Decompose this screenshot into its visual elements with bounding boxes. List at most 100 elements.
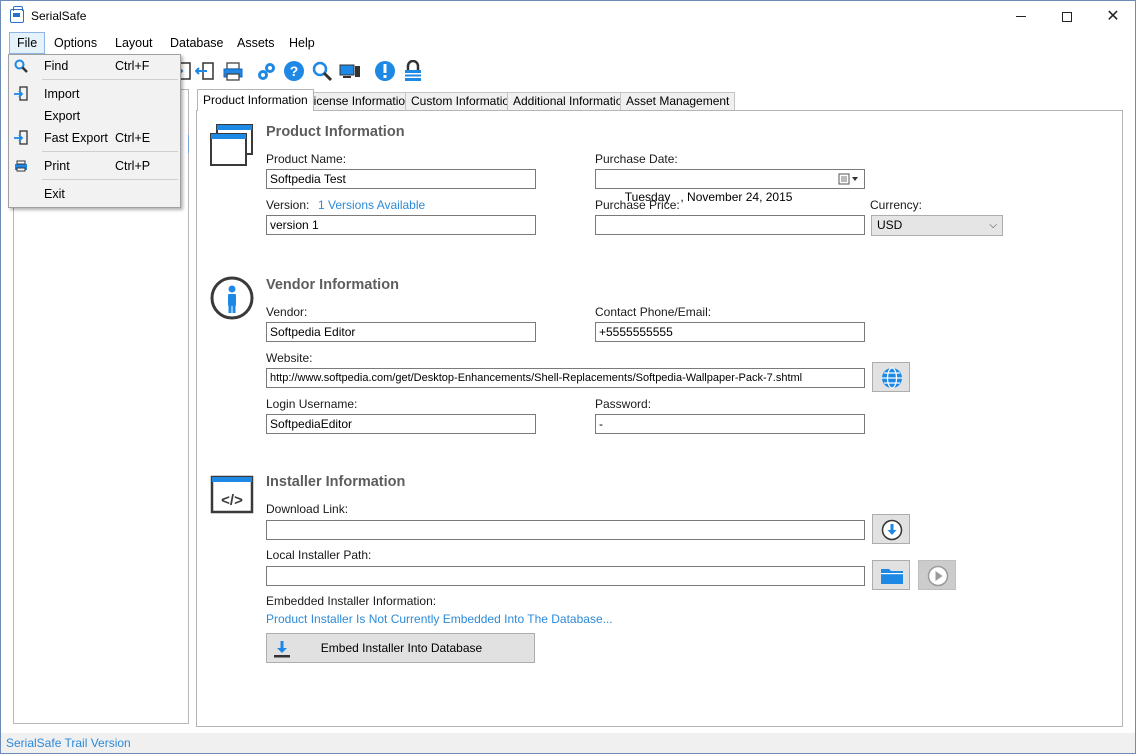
purchase-date-picker[interactable]: Tuesday , November 24, 2015 <box>595 169 865 204</box>
svg-text:?: ? <box>290 63 299 79</box>
menu-assets[interactable]: Assets <box>230 32 282 54</box>
download-installer-button[interactable] <box>872 514 910 544</box>
code-window-icon: </> <box>210 475 254 514</box>
browse-folder-button[interactable] <box>872 560 910 590</box>
purchase-date-label: Purchase Date: <box>595 152 678 166</box>
vendor-label: Vendor: <box>266 305 308 319</box>
file-menu-fast-export[interactable]: Fast Export Ctrl+E <box>9 127 180 149</box>
contact-input[interactable]: +5555555555 <box>595 322 865 342</box>
login-username-label: Login Username: <box>266 397 358 411</box>
tab-custom-information[interactable]: Custom Information <box>405 92 522 111</box>
fast-export-icon <box>14 130 28 145</box>
search-icon[interactable] <box>311 60 333 82</box>
folder-icon <box>881 569 903 584</box>
selected-item-edge <box>180 135 189 153</box>
devices-icon[interactable] <box>339 60 361 82</box>
file-menu-find[interactable]: Find Ctrl+F <box>9 55 180 77</box>
embed-installer-button[interactable]: Embed Installer Into Database <box>266 633 535 663</box>
versions-available-link[interactable]: 1 Versions Available <box>318 198 425 212</box>
currency-value: USD <box>877 218 903 232</box>
title-bar: SerialSafe ✕ <box>1 1 1135 32</box>
local-installer-input[interactable] <box>266 566 865 586</box>
open-website-button[interactable] <box>872 362 910 392</box>
app-logo-icon <box>10 6 24 23</box>
fast-export-shortcut: Ctrl+E <box>115 131 151 145</box>
close-icon: ✕ <box>1106 7 1120 25</box>
installer-section-title: Installer Information <box>266 474 406 490</box>
print-label: Print <box>44 159 70 173</box>
find-shortcut: Ctrl+F <box>115 59 150 73</box>
website-input[interactable]: http://www.softpedia.com/get/Desktop-Enh… <box>266 368 865 388</box>
currency-label: Currency: <box>870 198 923 212</box>
purchase-price-input[interactable] <box>595 215 865 235</box>
tab-product-information[interactable]: Product Information <box>197 89 314 111</box>
vendor-person-icon <box>210 276 254 320</box>
file-menu-print[interactable]: Print Ctrl+P <box>9 155 180 177</box>
status-text: SerialSafe Trail Version <box>6 736 131 750</box>
play-icon <box>927 565 949 587</box>
find-label: Find <box>44 59 69 73</box>
import-icon <box>14 86 28 101</box>
embed-installer-label: Embed Installer Into Database <box>320 641 483 655</box>
product-name-input[interactable]: Softpedia Test <box>266 169 536 189</box>
menu-separator <box>42 179 178 180</box>
menu-options[interactable]: Options <box>47 32 104 54</box>
menu-help[interactable]: Help <box>282 32 322 54</box>
password-input[interactable]: - <box>595 414 865 434</box>
download-link-label: Download Link: <box>266 502 349 516</box>
minimize-button[interactable] <box>998 1 1044 32</box>
export-label: Export <box>44 109 81 123</box>
windows-stack-icon <box>210 124 253 166</box>
printer-icon <box>15 160 27 172</box>
product-section-title: Product Information <box>266 124 405 140</box>
print-shortcut: Ctrl+P <box>115 159 151 173</box>
download-link-input[interactable] <box>266 520 865 540</box>
password-label: Password: <box>595 397 652 411</box>
file-menu-import[interactable]: Import <box>9 83 180 105</box>
svg-text:</>: </> <box>221 492 243 509</box>
menu-separator <box>42 151 178 152</box>
menu-database[interactable]: Database <box>163 32 231 54</box>
run-installer-button[interactable] <box>918 560 956 590</box>
window-title: SerialSafe <box>31 9 87 23</box>
minimize-icon <box>1016 16 1026 17</box>
lock-icon[interactable] <box>402 60 424 82</box>
close-button[interactable]: ✕ <box>1090 1 1136 32</box>
version-input[interactable]: version 1 <box>266 215 536 235</box>
file-menu-exit[interactable]: Exit <box>9 183 180 205</box>
maximize-icon <box>1062 11 1072 22</box>
local-installer-label: Local Installer Path: <box>266 548 372 562</box>
alert-icon[interactable] <box>374 60 396 82</box>
currency-select[interactable]: USD ⌵ <box>871 215 1003 236</box>
purchase-price-label: Purchase Price: <box>595 198 680 212</box>
fast-export-label: Fast Export <box>44 131 108 145</box>
website-label: Website: <box>266 351 313 365</box>
magnifier-icon <box>14 59 28 73</box>
tab-additional-information[interactable]: Additional Information <box>507 92 636 111</box>
menu-layout[interactable]: Layout <box>108 32 160 54</box>
tab-license-information[interactable]: License Information <box>301 92 418 111</box>
app-window: SerialSafe ✕ File Options Layout Databas… <box>0 0 1136 754</box>
help-icon[interactable]: ? <box>283 60 305 82</box>
file-menu-dropdown: Find Ctrl+F Import Export Fast Export Ct… <box>8 54 181 208</box>
menu-bar: File Options Layout Database Assets Help <box>1 32 1135 54</box>
tab-asset-management[interactable]: Asset Management <box>620 92 736 111</box>
file-menu-export[interactable]: Export <box>9 105 180 127</box>
export-icon[interactable] <box>195 60 217 82</box>
vendor-section-title: Vendor Information <box>266 277 399 293</box>
import-label: Import <box>44 87 80 101</box>
gears-icon[interactable] <box>256 60 278 82</box>
contact-label: Contact Phone/Email: <box>595 305 712 319</box>
login-username-input[interactable]: SoftpediaEditor <box>266 414 536 434</box>
version-label: Version: <box>266 198 310 212</box>
calendar-dropdown-icon[interactable] <box>838 172 860 186</box>
vendor-input[interactable]: Softpedia Editor <box>266 322 536 342</box>
printer-icon[interactable] <box>222 60 244 82</box>
maximize-button[interactable] <box>1044 1 1090 32</box>
download-icon <box>881 519 903 541</box>
status-bar: SerialSafe Trail Version <box>1 733 1135 753</box>
product-information-page: Product Information Product Name: Softpe… <box>196 110 1123 727</box>
menu-file[interactable]: File <box>9 32 46 54</box>
globe-icon <box>882 367 902 389</box>
menu-separator <box>42 79 178 80</box>
